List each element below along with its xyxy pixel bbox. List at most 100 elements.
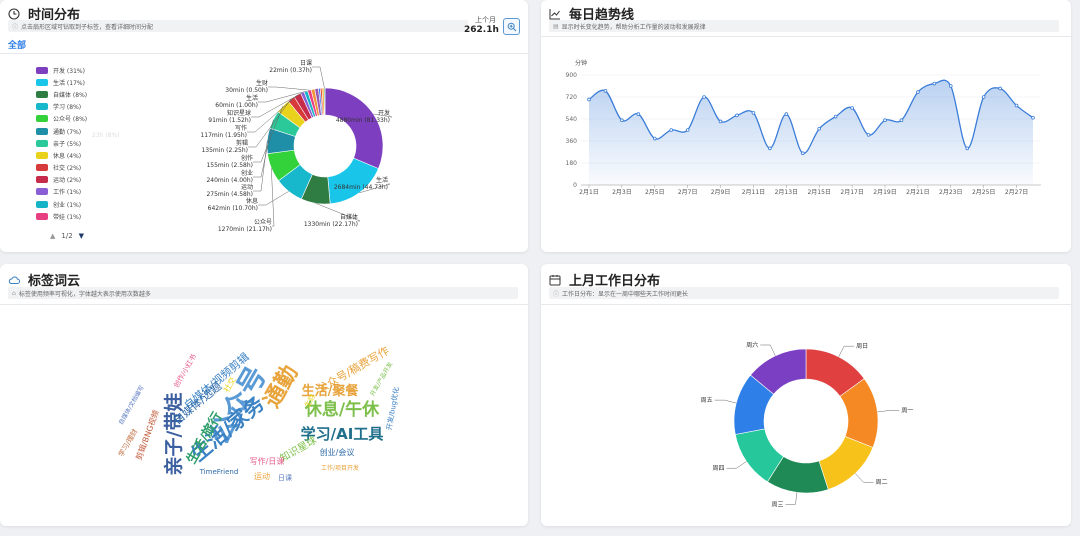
trend-point[interactable] xyxy=(833,114,838,119)
pie-label-name: 剪辑 xyxy=(236,139,248,147)
trend-point[interactable] xyxy=(932,81,937,86)
pie-label-name: 生活 xyxy=(376,176,388,184)
trend-area xyxy=(589,80,1033,185)
pie-label-value: 117min (1.95h) xyxy=(200,132,247,139)
x-tick-label: 2月11日 xyxy=(742,189,765,196)
weekday-label-line xyxy=(726,461,747,469)
weekday-slice[interactable] xyxy=(818,436,874,490)
daily-trend-card: 每日趋势线 ▤ 显示时长变化趋势，帮助分析工作量的波动和发展规律 分钟 0 180 3… xyxy=(541,0,1071,252)
trend-point[interactable] xyxy=(636,112,641,116)
trend-point[interactable] xyxy=(702,95,706,99)
weekday-donut-chart: 周日周一周二周三 周四 周五 周六 xyxy=(701,341,914,508)
x-tick-label: 2月27日 xyxy=(1005,189,1028,196)
word-cloud-tag[interactable]: 休息/午休 xyxy=(304,399,380,420)
trend-point[interactable] xyxy=(948,84,953,88)
info-icon: ⓘ xyxy=(553,290,560,298)
weekday-label: 周三 xyxy=(771,501,783,508)
x-tick-label: 2月9日 xyxy=(711,189,731,196)
x-tick-label: 2月13日 xyxy=(775,189,798,196)
pie-label-value: 22min (0.37h) xyxy=(269,67,312,74)
trend-point[interactable] xyxy=(751,111,756,115)
trend-point[interactable] xyxy=(817,126,822,131)
x-tick-label: 2月17日 xyxy=(840,189,863,196)
trend-point[interactable] xyxy=(620,118,624,123)
trend-point[interactable] xyxy=(669,128,674,132)
pie-label-name: 写作 xyxy=(235,124,247,132)
word-cloud-tag[interactable]: 工作/项目开发 xyxy=(321,464,359,472)
cloud-card-hint: ⌂ 标签使用频率可视化，字体越大表示使用次数越多 xyxy=(8,287,518,299)
word-cloud-tag[interactable]: 剪辑/BNG视频 xyxy=(134,409,161,462)
trend-point[interactable] xyxy=(603,89,608,93)
word-cloud-tag[interactable]: 自媒体/文档编写 xyxy=(117,384,146,426)
trend-point[interactable] xyxy=(685,128,690,132)
pie-label-value: 1270min (21.17h) xyxy=(218,226,272,233)
word-cloud-tag[interactable]: 运动 xyxy=(254,471,270,481)
tag-icon: ⌂ xyxy=(12,289,16,297)
trend-point[interactable] xyxy=(981,95,986,99)
trend-card-hint: ▤ 显示时长变化趋势，帮助分析工作量的波动和发展规律 xyxy=(549,20,1059,32)
pie-slice[interactable] xyxy=(324,87,384,170)
trend-point[interactable] xyxy=(652,136,657,141)
cloud-icon xyxy=(8,275,20,284)
word-cloud-tag[interactable]: 创业/会议 xyxy=(320,447,355,457)
x-tick-label: 2月5日 xyxy=(645,189,665,196)
pie-label-value: 2684min (44.73h) xyxy=(334,184,388,191)
trend-point[interactable] xyxy=(998,86,1002,91)
x-tick-label: 2月1日 xyxy=(579,189,599,196)
weekday-label-line xyxy=(714,399,737,404)
word-cloud-tag[interactable]: 日课 xyxy=(278,473,292,482)
word-cloud-tag[interactable]: TimeFriend xyxy=(199,468,239,476)
weekday-card-hint-text: 工作日分布：显示在一周中哪些天工作时间更长 xyxy=(562,290,689,298)
weekday-label-line xyxy=(760,344,776,356)
info-icon: ▤ xyxy=(553,22,559,30)
pie-label-value: 135min (2.25h) xyxy=(201,147,248,154)
weekday-label: 周二 xyxy=(876,479,888,486)
word-cloud-tag[interactable]: 创作/小红书 xyxy=(172,352,198,389)
word-cloud-tag[interactable]: 亲子/带娃 xyxy=(162,393,185,476)
pie-label-name: 生财 xyxy=(256,79,268,87)
cloud-card-hint-text: 标签使用频率可视化，字体越大表示使用次数越多 xyxy=(18,290,151,298)
pie-slice[interactable] xyxy=(323,87,326,116)
trend-point[interactable] xyxy=(587,97,591,102)
pie-label-line xyxy=(258,191,289,206)
pie-label-name: 自媒体 xyxy=(340,213,358,221)
pie-label-name: 知识星球 xyxy=(227,109,251,117)
pie-label-line xyxy=(271,167,275,227)
pie-label-line xyxy=(268,86,310,91)
trend-point[interactable] xyxy=(850,106,854,110)
weekday-label: 周六 xyxy=(746,341,758,349)
trend-point[interactable] xyxy=(916,90,920,94)
pie-label-name: 生活 xyxy=(246,94,258,102)
y-tick-label: 900 xyxy=(566,72,578,79)
cloud-card-divider xyxy=(0,304,528,305)
trend-chart-icon xyxy=(549,8,560,19)
trend-point[interactable] xyxy=(800,151,805,156)
x-tick-label: 2月25日 xyxy=(972,189,995,196)
trend-point[interactable] xyxy=(883,118,887,123)
trend-point[interactable] xyxy=(735,113,739,118)
pie-label-value: 275min (4.58h) xyxy=(206,191,253,198)
pie-label-name: 创作 xyxy=(241,154,253,162)
weekday-label-line xyxy=(855,473,874,483)
word-cloud-tag[interactable]: 开发/bug优化 xyxy=(384,386,400,431)
trend-point[interactable] xyxy=(784,112,789,116)
trend-point[interactable] xyxy=(899,118,904,123)
trend-point[interactable] xyxy=(866,133,871,137)
word-cloud: 公众号生活/家务通勤亲子/带娃 休息/午休学习/AI工具生活/聚餐公众号/稿费写作… xyxy=(116,343,400,482)
y-axis-title: 分钟 xyxy=(575,59,587,67)
x-tick-label: 2月23日 xyxy=(939,189,962,196)
weekday-label-line xyxy=(877,410,900,413)
pie-label-name: 运动 xyxy=(241,183,253,191)
trend-point[interactable] xyxy=(718,119,723,124)
weekday-label-line xyxy=(838,345,855,357)
word-cloud-tag[interactable]: 写作/日课 xyxy=(250,456,285,466)
pie-label-value: 91min (1.52h) xyxy=(208,117,251,124)
trend-point[interactable] xyxy=(965,146,970,151)
trend-point[interactable] xyxy=(1031,115,1035,120)
trend-point[interactable] xyxy=(768,146,772,151)
pie-label-value: 642min (10.70h) xyxy=(208,205,258,212)
trend-point[interactable] xyxy=(1014,103,1019,108)
weekday-card-divider xyxy=(541,304,1071,305)
x-tick-label: 2月21日 xyxy=(906,189,929,196)
pie-label-value: 30min (0.50h) xyxy=(225,87,268,94)
